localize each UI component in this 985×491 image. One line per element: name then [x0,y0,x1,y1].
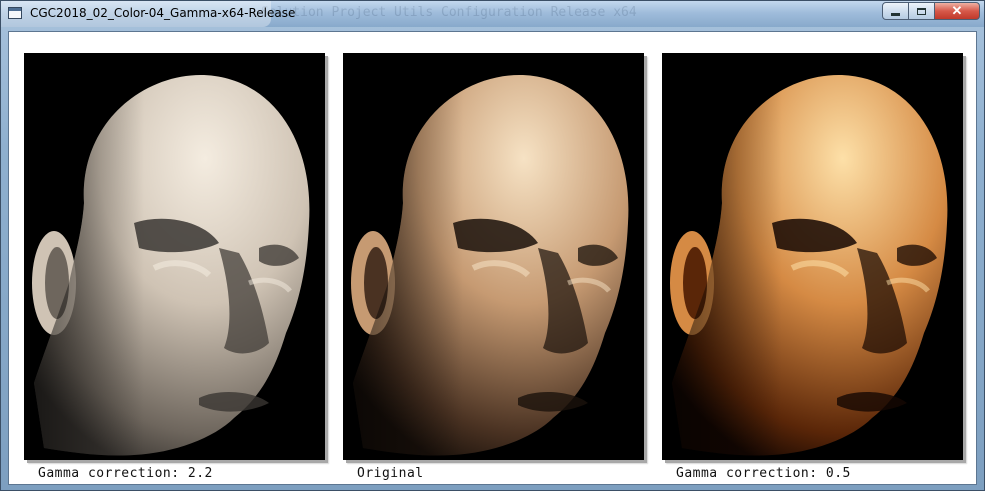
head-render-image [343,53,644,460]
app-window: Solution Project Utils Configuration Rel… [0,0,985,491]
caption-buttons: ✕ [882,2,980,20]
title-bar[interactable]: Solution Project Utils Configuration Rel… [1,1,984,27]
render-viewport[interactable]: Gamma correction: 2.2 Original Gamma cor… [8,31,977,485]
close-button[interactable]: ✕ [934,2,980,20]
gamma-0-5-panel [662,53,963,460]
title-area: CGC2018_02_Color-04_Gamma-x64-Release [1,1,295,27]
maximize-icon [917,7,926,15]
original-panel [343,53,644,460]
head-render-image [662,53,963,460]
window-title: CGC2018_02_Color-04_Gamma-x64-Release [30,6,296,20]
maximize-button[interactable] [908,2,935,20]
app-window-icon[interactable] [8,7,22,19]
gamma-2-2-panel [24,53,325,460]
background-window-text: Solution Project Utils Configuration Rel… [261,5,637,20]
gamma-2-2-caption: Gamma correction: 2.2 [38,466,213,481]
minimize-icon [891,12,900,16]
gamma-0-5-caption: Gamma correction: 0.5 [676,466,851,481]
minimize-button[interactable] [882,2,909,20]
close-icon: ✕ [951,3,963,18]
head-render-image [24,53,325,460]
original-caption: Original [357,466,424,481]
